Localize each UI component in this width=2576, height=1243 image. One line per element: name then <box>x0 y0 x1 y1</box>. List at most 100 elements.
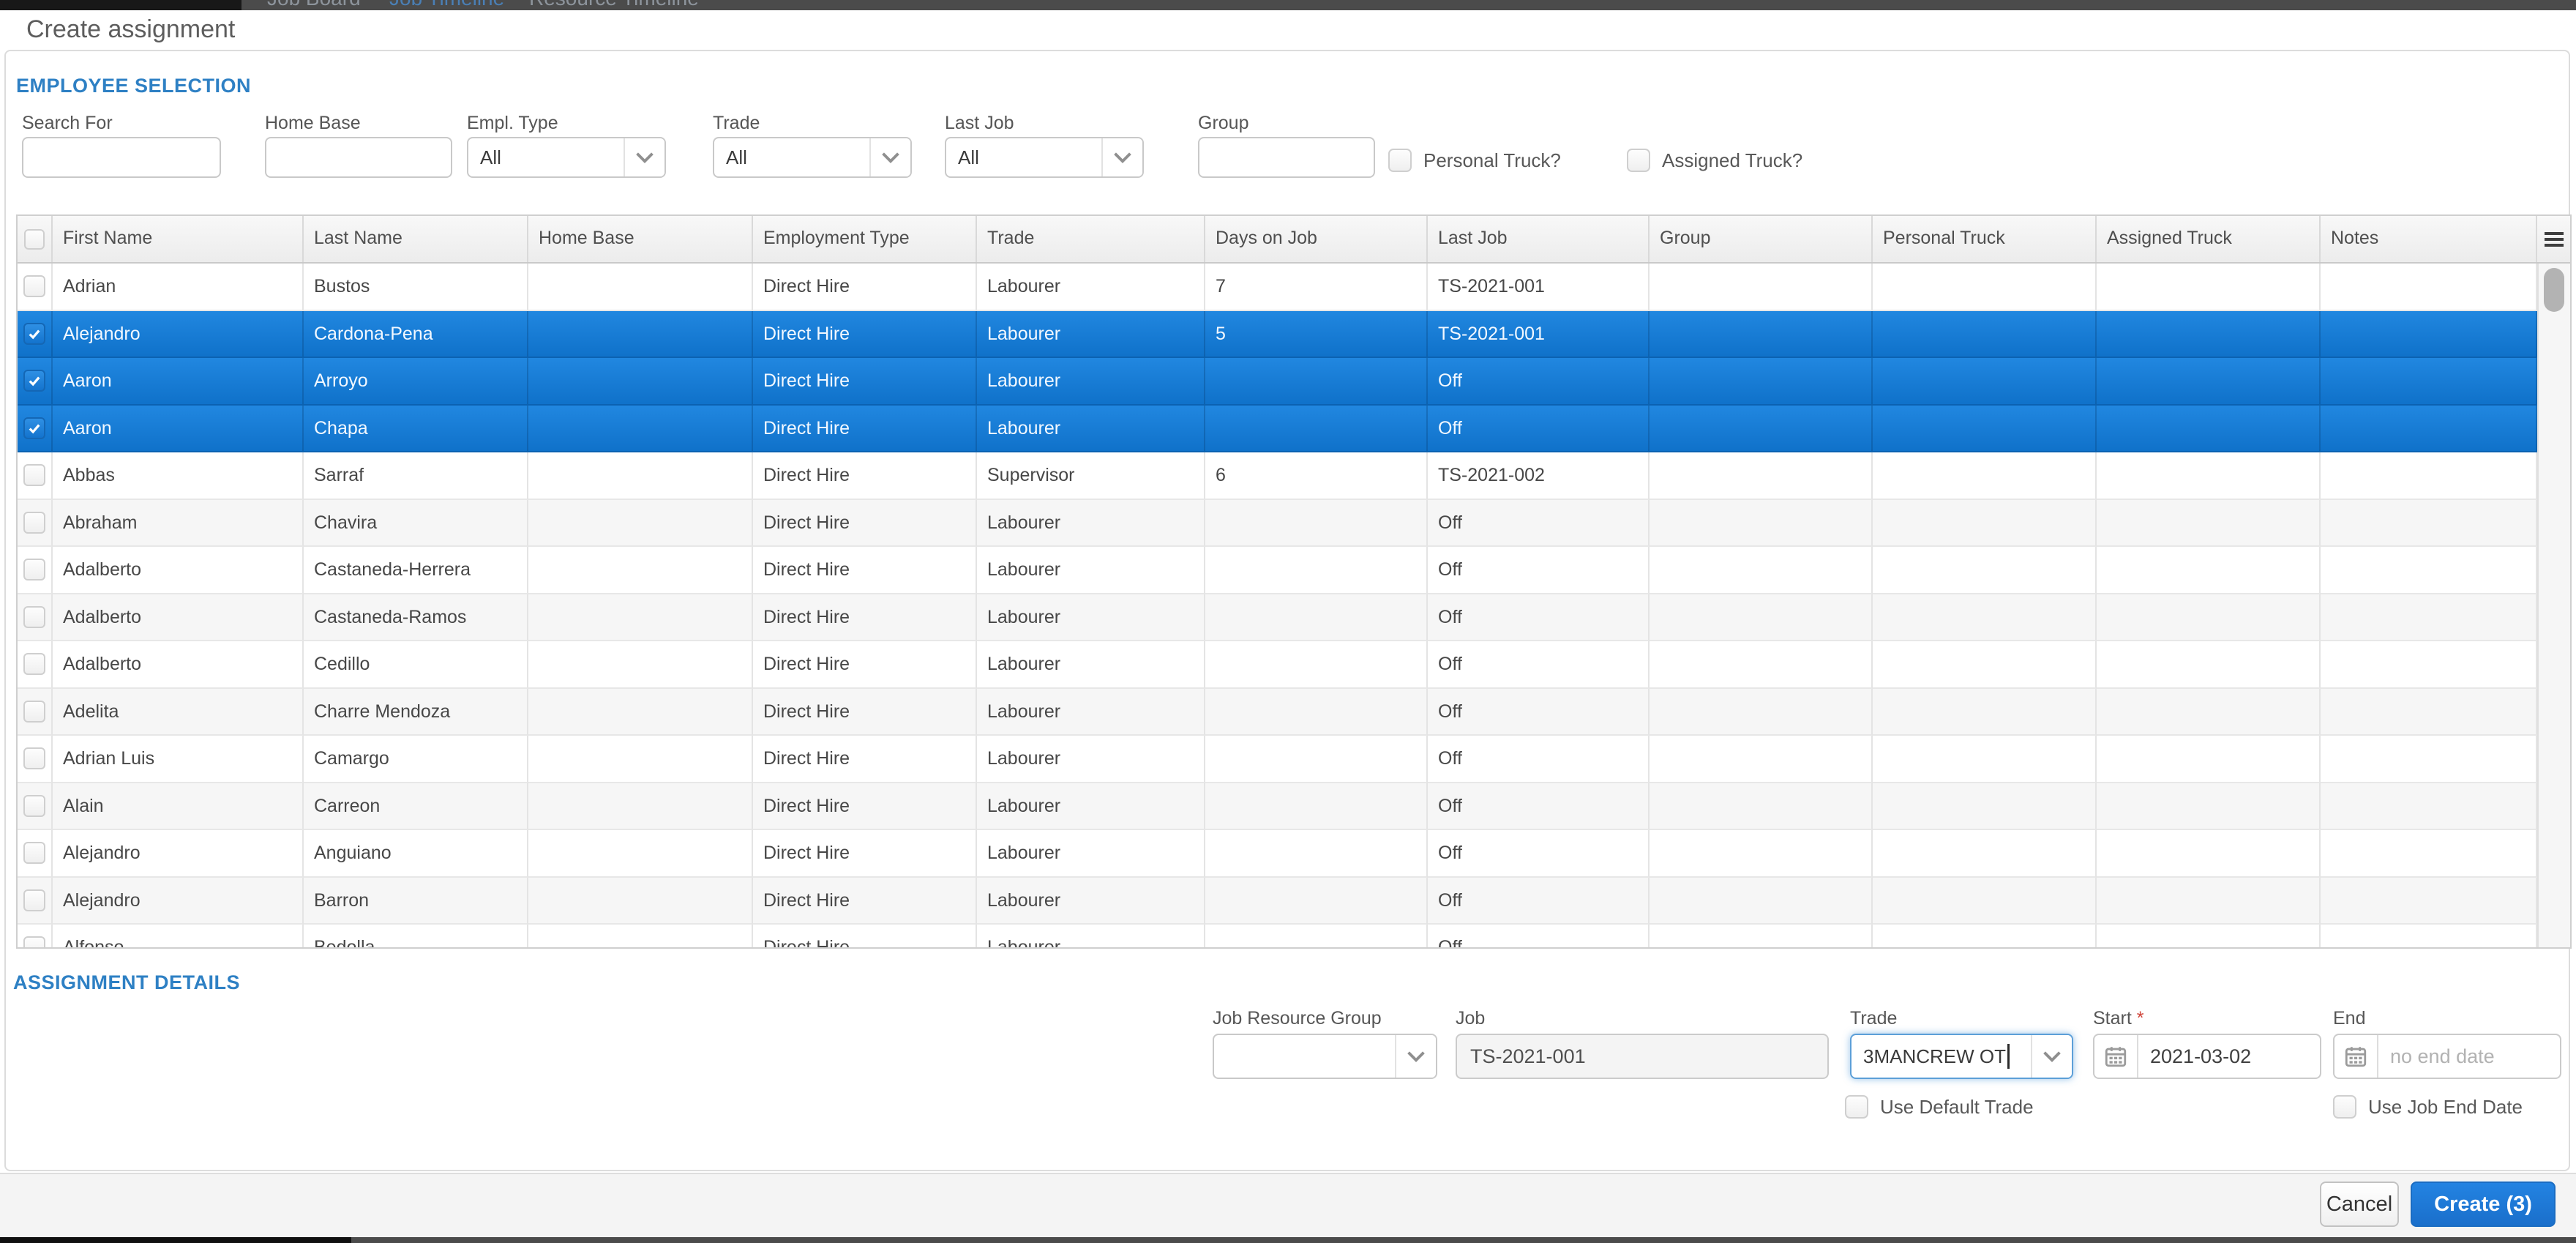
job-readonly-input[interactable]: TS-2021-001 <box>1456 1034 1829 1079</box>
cell-trade: Labourer <box>977 499 1205 547</box>
search-for-input[interactable] <box>22 137 221 178</box>
personal-truck-label: Personal Truck? <box>1423 149 1561 171</box>
row-checkbox[interactable] <box>23 370 45 392</box>
row-checkbox[interactable] <box>23 747 45 770</box>
cell-first-name: Alejandro <box>53 830 304 878</box>
filter-search-for: Search For <box>22 112 221 178</box>
row-checkbox[interactable] <box>23 511 45 534</box>
column-header-notes[interactable]: Notes <box>2321 216 2537 262</box>
vertical-scrollbar[interactable] <box>2537 264 2570 947</box>
job-resource-group-select[interactable] <box>1213 1034 1437 1079</box>
row-checkbox[interactable] <box>23 464 45 487</box>
calendar-icon[interactable] <box>2334 1035 2378 1078</box>
chevron-down-icon[interactable] <box>624 138 664 176</box>
trade-filter-select[interactable]: All <box>713 137 912 178</box>
last-job-select[interactable]: All <box>945 137 1144 178</box>
empl-type-select[interactable]: All <box>467 137 666 178</box>
table-row[interactable]: Abbas Sarraf Direct Hire Supervisor 6 TS… <box>18 452 2537 500</box>
cell-notes <box>2321 499 2537 547</box>
create-button[interactable]: Create (3) <box>2411 1182 2556 1227</box>
personal-truck-checkbox[interactable] <box>1388 149 1412 172</box>
table-row[interactable]: Adalberto Cedillo Direct Hire Labourer O… <box>18 641 2537 689</box>
cell-days-on-job <box>1205 594 1428 641</box>
table-row[interactable]: Adelita Charre Mendoza Direct Hire Labou… <box>18 688 2537 736</box>
table-row[interactable]: Aaron Arroyo Direct Hire Labourer Off <box>18 358 2537 406</box>
table-row[interactable]: Alejandro Barron Direct Hire Labourer Of… <box>18 877 2537 925</box>
row-checkbox[interactable] <box>23 275 45 298</box>
row-checkbox[interactable] <box>23 653 45 676</box>
column-header-home-base[interactable]: Home Base <box>528 216 753 262</box>
cell-days-on-job <box>1205 547 1428 594</box>
column-header-trade[interactable]: Trade <box>977 216 1205 262</box>
row-checkbox[interactable] <box>23 700 45 723</box>
cell-first-name: Adrian Luis <box>53 736 304 783</box>
table-row[interactable]: Adalberto Castaneda-Ramos Direct Hire La… <box>18 594 2537 641</box>
cell-trade: Labourer <box>977 264 1205 311</box>
cell-notes <box>2321 310 2537 358</box>
cell-assigned-truck <box>2097 688 2321 736</box>
row-checkbox[interactable] <box>23 889 45 911</box>
column-header-employment-type[interactable]: Employment Type <box>753 216 977 262</box>
row-checkbox[interactable] <box>23 417 45 439</box>
column-header-assigned-truck[interactable]: Assigned Truck <box>2097 216 2321 262</box>
cell-trade: Supervisor <box>977 452 1205 500</box>
cell-first-name: Aaron <box>53 358 304 406</box>
table-row[interactable]: Alfonso Bedolla Direct Hire Labourer Off <box>18 925 2537 947</box>
column-header-first-name[interactable]: First Name <box>53 216 304 262</box>
chevron-down-icon[interactable] <box>869 138 910 176</box>
cell-days-on-job <box>1205 358 1428 406</box>
use-job-end-date[interactable]: Use Job End Date <box>2333 1095 2523 1119</box>
row-checkbox-cell <box>18 405 53 452</box>
column-header-days-on-job[interactable]: Days on Job <box>1205 216 1428 262</box>
hamburger-menu-icon[interactable] <box>2543 231 2565 248</box>
chevron-down-icon[interactable] <box>2031 1035 2072 1078</box>
assigned-truck-checkbox[interactable] <box>1627 149 1650 172</box>
use-default-trade[interactable]: Use Default Trade <box>1845 1095 2034 1119</box>
row-checkbox[interactable] <box>23 605 45 628</box>
group-label: Group <box>1198 113 1249 133</box>
column-header-last-job[interactable]: Last Job <box>1428 216 1650 262</box>
column-header-group[interactable]: Group <box>1650 216 1873 262</box>
column-header-personal-truck[interactable]: Personal Truck <box>1873 216 2097 262</box>
trade-detail-label: Trade <box>1850 1008 1898 1029</box>
cell-last-job: Off <box>1428 499 1650 547</box>
cell-personal-truck <box>1873 641 2097 689</box>
chevron-down-icon[interactable] <box>1101 138 1142 176</box>
table-row[interactable]: Abraham Chavira Direct Hire Labourer Off <box>18 499 2537 547</box>
home-base-input[interactable] <box>265 137 452 178</box>
table-row[interactable]: Adrian Bustos Direct Hire Labourer 7 TS-… <box>18 264 2537 311</box>
trade-combobox[interactable]: 3MANCREW OT <box>1850 1034 2073 1079</box>
filter-group: Group <box>1198 112 1375 178</box>
row-checkbox[interactable] <box>23 559 45 581</box>
use-default-trade-checkbox[interactable] <box>1845 1095 1868 1119</box>
table-row[interactable]: Adrian Luis Camargo Direct Hire Labourer… <box>18 736 2537 783</box>
table-row[interactable]: Alejandro Anguiano Direct Hire Labourer … <box>18 830 2537 878</box>
cell-assigned-truck <box>2097 736 2321 783</box>
group-input[interactable] <box>1198 137 1375 178</box>
row-checkbox[interactable] <box>23 842 45 865</box>
cell-days-on-job <box>1205 499 1428 547</box>
column-header-last-name[interactable]: Last Name <box>304 216 528 262</box>
end-date-input[interactable]: no end date <box>2333 1034 2561 1079</box>
table-row[interactable]: Adalberto Castaneda-Herrera Direct Hire … <box>18 547 2537 594</box>
select-all-checkbox[interactable] <box>24 228 45 250</box>
table-row[interactable]: Alain Carreon Direct Hire Labourer Off <box>18 783 2537 830</box>
chevron-down-icon[interactable] <box>1395 1035 1436 1078</box>
cell-employment-type: Direct Hire <box>753 688 977 736</box>
cell-personal-truck <box>1873 925 2097 947</box>
row-checkbox[interactable] <box>23 794 45 817</box>
row-checkbox[interactable] <box>23 936 45 947</box>
cell-days-on-job <box>1205 925 1428 947</box>
row-checkbox[interactable] <box>23 322 45 345</box>
assigned-truck-filter[interactable]: Assigned Truck? <box>1627 149 1802 172</box>
calendar-icon[interactable] <box>2094 1035 2138 1078</box>
trade-combobox-input[interactable]: 3MANCREW OT <box>1852 1035 2031 1078</box>
table-row[interactable]: Alejandro Cardona-Pena Direct Hire Labou… <box>18 310 2537 358</box>
table-row[interactable]: Aaron Chapa Direct Hire Labourer Off <box>18 405 2537 452</box>
background-tab-job-board: Job Board <box>267 0 361 10</box>
start-date-input[interactable]: 2021-03-02 <box>2093 1034 2321 1079</box>
cancel-button[interactable]: Cancel <box>2320 1182 2399 1227</box>
use-job-end-date-checkbox[interactable] <box>2333 1095 2356 1119</box>
scrollbar-thumb[interactable] <box>2544 268 2564 312</box>
personal-truck-filter[interactable]: Personal Truck? <box>1388 149 1561 172</box>
